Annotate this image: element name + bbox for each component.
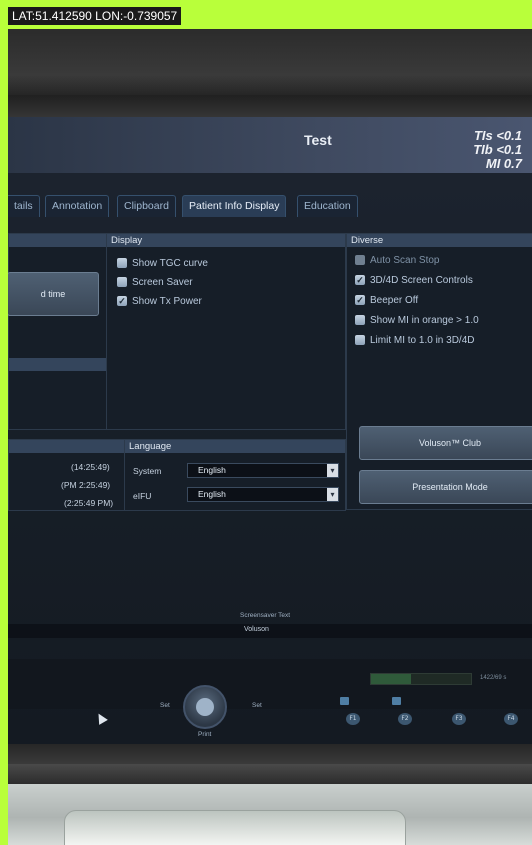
screensaver-text-label: Screensaver Text xyxy=(240,612,291,619)
display-panel-title: Display xyxy=(107,234,345,247)
chevron-down-icon: ▾ xyxy=(327,488,338,501)
diverse-option-3d4d[interactable]: ✓ 3D/4D Screen Controls xyxy=(355,272,473,288)
checkbox-beeper[interactable]: ✓ xyxy=(355,295,365,305)
date-time-button[interactable]: d time xyxy=(8,272,99,316)
f4-key[interactable]: F4 xyxy=(504,713,518,725)
checkbox-screen-saver[interactable] xyxy=(117,277,127,287)
screensaver-text-value: Voluson xyxy=(244,626,269,633)
thermal-indices: TIs <0.1 TIb <0.1 MI 0.7 xyxy=(473,129,522,171)
diverse-option-mi-orange[interactable]: Show MI in orange > 1.0 xyxy=(355,312,479,328)
index-mi: MI 0.7 xyxy=(485,156,522,171)
monitor-bezel-strip xyxy=(8,95,532,117)
f3-key[interactable]: F3 xyxy=(452,713,466,725)
print-label[interactable]: Print xyxy=(198,731,211,738)
checkbox-auto-scan[interactable] xyxy=(355,255,365,265)
set-right-label[interactable]: Set xyxy=(252,702,262,709)
disk-icon xyxy=(340,697,349,705)
system-language-value: English xyxy=(198,465,226,475)
system-language-label: System xyxy=(133,466,162,476)
eifu-language-select[interactable]: English ▾ xyxy=(187,487,339,502)
header-band: Test TIs <0.1 TIb <0.1 MI 0.7 xyxy=(8,117,532,173)
f2-key[interactable]: F2 xyxy=(398,713,412,725)
left-panel-head xyxy=(9,234,107,247)
trackball-dial[interactable] xyxy=(183,685,227,729)
display-option-tgc[interactable]: Show TGC curve xyxy=(117,255,208,271)
diverse-option-beeper[interactable]: ✓ Beeper Off xyxy=(355,292,418,308)
diverse-option-label: Limit MI to 1.0 in 3D/4D xyxy=(370,334,475,346)
tab-details[interactable]: tails xyxy=(8,195,40,217)
voluson-club-button[interactable]: Voluson™ Club xyxy=(359,426,532,460)
tab-annotation[interactable]: Annotation xyxy=(45,195,110,217)
language-panel: Language System English ▾ eIFU English ▾ xyxy=(124,439,346,511)
checkbox-3d4d[interactable]: ✓ xyxy=(355,275,365,285)
page-title: Test xyxy=(304,132,332,148)
index-tib: TIb <0.1 xyxy=(473,142,522,157)
tab-education[interactable]: Education xyxy=(297,195,358,217)
eifu-language-value: English xyxy=(198,489,226,499)
monitor-bezel-top xyxy=(8,29,532,95)
diverse-option-limit-mi[interactable]: Limit MI to 1.0 in 3D/4D xyxy=(355,332,474,348)
display-option-screen-saver[interactable]: Screen Saver xyxy=(117,274,193,290)
monitor-bezel-band xyxy=(8,764,532,784)
time-format-24h[interactable]: (14:25:49) xyxy=(71,462,110,472)
diverse-panel-title: Diverse xyxy=(347,234,532,247)
display-option-label: Show TGC curve xyxy=(132,257,208,269)
screensaver-text-field[interactable]: Voluson xyxy=(8,624,532,638)
photo: Test TIs <0.1 TIb <0.1 MI 0.7 tails Anno… xyxy=(8,29,532,845)
tab-bar: tails Annotation Clipboard Patient Info … xyxy=(8,195,532,217)
language-panel-title: Language xyxy=(125,440,345,453)
left-panel: d time xyxy=(8,233,108,430)
status-area: 1422/69 s xyxy=(8,659,532,709)
time-format-panel: (14:25:49) (PM 2:25:49) (2:25:49 PM) xyxy=(8,439,126,511)
display-panel: Display Show TGC curve Screen Saver ✓ Sh… xyxy=(106,233,346,430)
diverse-option-label: Beeper Off xyxy=(370,294,419,306)
checkbox-tx-power[interactable]: ✓ xyxy=(117,296,127,306)
diverse-option-auto-scan[interactable]: Auto Scan Stop xyxy=(355,252,440,268)
index-tis: TIs <0.1 xyxy=(473,128,522,143)
checkbox-mi-orange[interactable] xyxy=(355,315,365,325)
device-housing xyxy=(8,784,532,845)
gps-overlay: LAT:51.412590 LON:-0.739057 xyxy=(8,7,182,25)
eifu-language-label: eIFU xyxy=(133,491,152,501)
progress-bar xyxy=(370,673,472,685)
ultrasound-screen: Test TIs <0.1 TIb <0.1 MI 0.7 tails Anno… xyxy=(8,117,532,744)
left-panel-sub-head xyxy=(9,358,107,371)
diverse-option-label: Auto Scan Stop xyxy=(370,254,440,266)
f1-key[interactable]: F1 xyxy=(346,713,360,725)
time-format-pm-first[interactable]: (PM 2:25:49) xyxy=(61,480,110,490)
chevron-down-icon: ▾ xyxy=(327,464,338,477)
diverse-panel: Diverse Auto Scan Stop ✓ 3D/4D Screen Co… xyxy=(346,233,532,510)
progress-label: 1422/69 s xyxy=(480,675,507,681)
checkbox-tgc[interactable] xyxy=(117,258,127,268)
diverse-option-label: Show MI in orange > 1.0 xyxy=(370,314,479,326)
display-option-tx-power[interactable]: ✓ Show Tx Power xyxy=(117,293,202,309)
time-format-pm-last[interactable]: (2:25:49 PM) xyxy=(64,498,113,508)
presentation-mode-button[interactable]: Presentation Mode xyxy=(359,470,532,504)
display-option-label: Show Tx Power xyxy=(132,295,202,307)
tab-patient-info-display[interactable]: Patient Info Display xyxy=(182,195,287,217)
progress-fill xyxy=(371,674,411,684)
monitor-bezel-bottom xyxy=(8,744,532,764)
cursor-icon xyxy=(94,711,108,725)
housing-slot xyxy=(64,810,406,845)
set-left-label[interactable]: Set xyxy=(160,702,170,709)
checkbox-limit-mi[interactable] xyxy=(355,335,365,345)
tab-clipboard[interactable]: Clipboard xyxy=(117,195,176,217)
time-format-head xyxy=(9,440,125,453)
disk-icon xyxy=(392,697,401,705)
display-option-label: Screen Saver xyxy=(132,276,193,288)
trackball-center[interactable] xyxy=(196,698,214,716)
diverse-option-label: 3D/4D Screen Controls xyxy=(370,274,473,286)
system-language-select[interactable]: English ▾ xyxy=(187,463,339,478)
